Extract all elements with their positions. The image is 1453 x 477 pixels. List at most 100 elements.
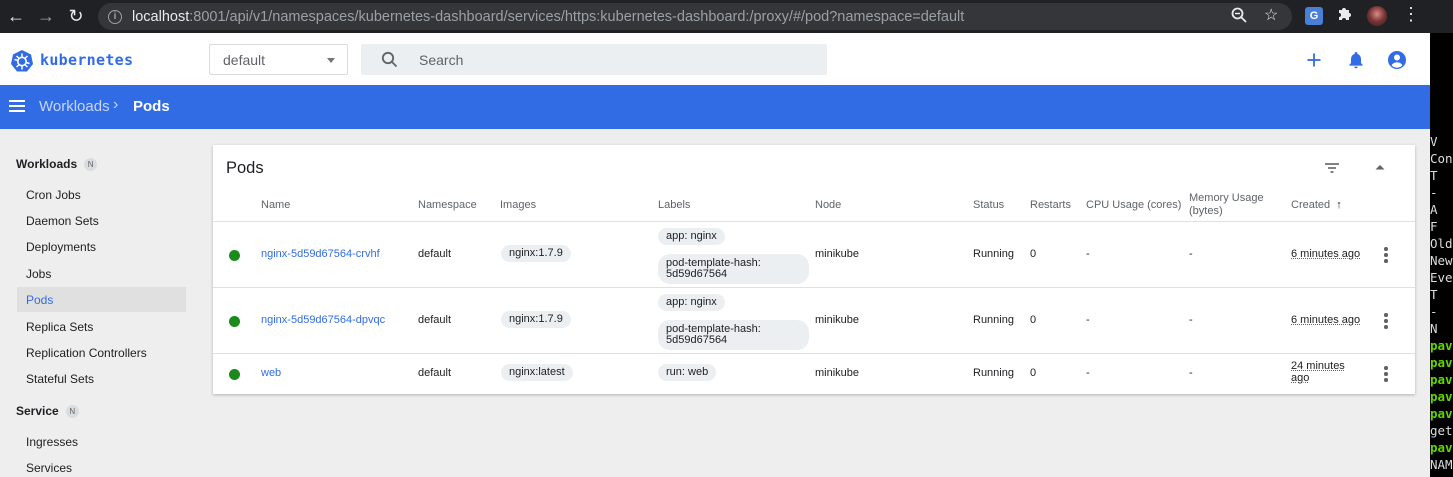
table-row[interactable]: nginx-5d59d67564-crvhf default nginx:1.7… [213, 222, 1415, 288]
collapse-arrow-icon[interactable] [1373, 160, 1387, 174]
extensions-puzzle-icon[interactable] [1336, 5, 1354, 28]
pod-restarts: 0 [1030, 314, 1037, 326]
site-info-icon[interactable]: i [108, 9, 122, 24]
search-icon [381, 51, 398, 68]
column-header-node[interactable]: Node [815, 199, 841, 212]
pod-namespace: default [418, 367, 452, 379]
app-logo-text[interactable]: kubernetes [40, 51, 133, 69]
sidebar-item-daemon-sets[interactable]: Daemon Sets [17, 208, 186, 233]
terminal-line: pav [1430, 355, 1453, 370]
column-header-images: Images [500, 199, 537, 211]
terminal-line: pav [1430, 372, 1453, 387]
reload-icon[interactable]: ↻ [64, 4, 88, 28]
status-running-icon [229, 369, 240, 380]
column-header-created[interactable]: Created ↑ [1291, 199, 1342, 212]
filter-icon[interactable] [1323, 159, 1341, 177]
status-running-icon [229, 250, 240, 261]
pod-cpu: - [1086, 248, 1090, 260]
translate-extension-icon[interactable]: G [1305, 7, 1323, 25]
url-path: :8001/api/v1/namespaces/kubernetes-dashb… [189, 8, 965, 25]
search-bar[interactable] [361, 44, 827, 75]
pod-namespace: default [418, 248, 452, 260]
sidebar-section-service[interactable]: Service N [16, 404, 79, 418]
more-vert-icon[interactable] [1382, 365, 1390, 383]
terminal-line: - [1430, 185, 1438, 200]
pod-name-link[interactable]: web [261, 367, 281, 379]
label-chip: run: web [658, 364, 717, 381]
pod-status: Running [973, 248, 1014, 260]
more-vert-icon[interactable] [1382, 312, 1390, 330]
pod-memory: - [1189, 367, 1193, 379]
memory-header-line2: (bytes) [1189, 205, 1223, 217]
label-chip: app: nginx [658, 294, 725, 311]
sidebar-item-replica-sets[interactable]: Replica Sets [17, 314, 186, 339]
sidebar-item-deployments[interactable]: Deployments [17, 234, 186, 259]
pod-namespace: default [418, 314, 452, 326]
browser-chrome: ← → ↻ i localhost:8001/api/v1/namespaces… [0, 0, 1453, 33]
column-header-status[interactable]: Status [973, 199, 1004, 212]
url-host: localhost [132, 8, 190, 25]
image-chip: nginx:1.7.9 [501, 245, 571, 262]
search-input[interactable] [419, 44, 819, 75]
section-title: Workloads [16, 157, 78, 171]
status-running-icon [229, 316, 240, 327]
pod-status: Running [973, 367, 1014, 379]
label-chip: app: nginx [658, 228, 725, 245]
column-header-memory[interactable]: Memory Usage (bytes) [1189, 192, 1264, 218]
label-chip: pod-template-hash: 5d59d67564 [658, 254, 809, 284]
terminal-line: Con [1430, 151, 1453, 166]
terminal-line: NAM [1430, 457, 1453, 472]
pods-card: Pods Name Namespace Images Labels Node S… [213, 145, 1415, 394]
table-row[interactable]: nginx-5d59d67564-dpvqc default nginx:1.7… [213, 288, 1415, 354]
more-vert-icon[interactable] [1382, 246, 1390, 264]
namespace-select[interactable]: default [209, 44, 348, 75]
account-circle-icon[interactable] [1386, 49, 1408, 71]
browser-menu-icon[interactable]: ⋮ [1402, 4, 1420, 25]
table-row[interactable]: web default nginx:latest run: web miniku… [213, 354, 1415, 394]
breadcrumb-toolbar [0, 85, 1430, 129]
column-header-name[interactable]: Name [261, 199, 290, 212]
breadcrumb-workloads[interactable]: Workloads [39, 98, 110, 115]
pod-node: minikube [815, 367, 860, 379]
pod-created: 24 minutes ago [1291, 360, 1345, 384]
sidebar-item-cron-jobs[interactable]: Cron Jobs [17, 182, 186, 207]
hamburger-menu-icon[interactable] [9, 100, 25, 114]
column-header-restarts[interactable]: Restarts [1030, 199, 1071, 212]
sidebar-section-workloads[interactable]: Workloads N [16, 157, 98, 171]
pod-memory: - [1189, 248, 1193, 260]
terminal-line: New [1430, 253, 1453, 268]
column-header-namespace[interactable]: Namespace [418, 199, 477, 212]
sidebar-item-services[interactable]: Services [17, 455, 186, 477]
pod-name-link[interactable]: nginx-5d59d67564-crvhf [261, 248, 380, 260]
sidebar-item-replication-controllers[interactable]: Replication Controllers [17, 340, 186, 365]
sidebar-item-pods[interactable]: Pods [17, 287, 186, 312]
created-line2: ago [1291, 372, 1310, 384]
pod-name-link[interactable]: nginx-5d59d67564-dpvqc [261, 314, 385, 326]
pod-status: Running [973, 314, 1014, 326]
create-plus-icon[interactable] [1303, 49, 1325, 71]
terminal-window: V Con T - A F Old New Eve T - Npav pav pav pav p… [1430, 33, 1453, 477]
sidebar-item-stateful-sets[interactable]: Stateful Sets [17, 366, 186, 391]
terminal-line: F [1430, 219, 1438, 234]
kubernetes-logo-icon[interactable] [10, 49, 34, 73]
pod-cpu: - [1086, 314, 1090, 326]
profile-avatar[interactable] [1367, 6, 1387, 26]
image-chip: nginx:latest [501, 364, 573, 381]
terminal-line: - [1430, 304, 1438, 319]
section-title: Service [16, 404, 59, 418]
zoom-icon[interactable] [1231, 7, 1247, 27]
namespace-value: default [223, 51, 266, 68]
bookmark-star-icon[interactable]: ☆ [1264, 5, 1278, 25]
sidebar-item-jobs[interactable]: Jobs [17, 261, 186, 286]
notifications-bell-icon[interactable] [1345, 49, 1367, 71]
forward-arrow-icon[interactable]: → [34, 4, 58, 28]
sidebar-item-ingresses[interactable]: Ingresses [17, 429, 186, 454]
terminal-line: T [1430, 168, 1438, 183]
pod-cpu: - [1086, 367, 1090, 379]
address-bar[interactable]: i localhost:8001/api/v1/namespaces/kuber… [98, 3, 1292, 30]
pod-node: minikube [815, 314, 860, 326]
terminal-line: N [1430, 321, 1438, 336]
column-header-cpu[interactable]: CPU Usage (cores) [1086, 199, 1181, 212]
back-arrow-icon[interactable]: ← [4, 4, 28, 28]
created-header-label: Created [1291, 199, 1331, 211]
